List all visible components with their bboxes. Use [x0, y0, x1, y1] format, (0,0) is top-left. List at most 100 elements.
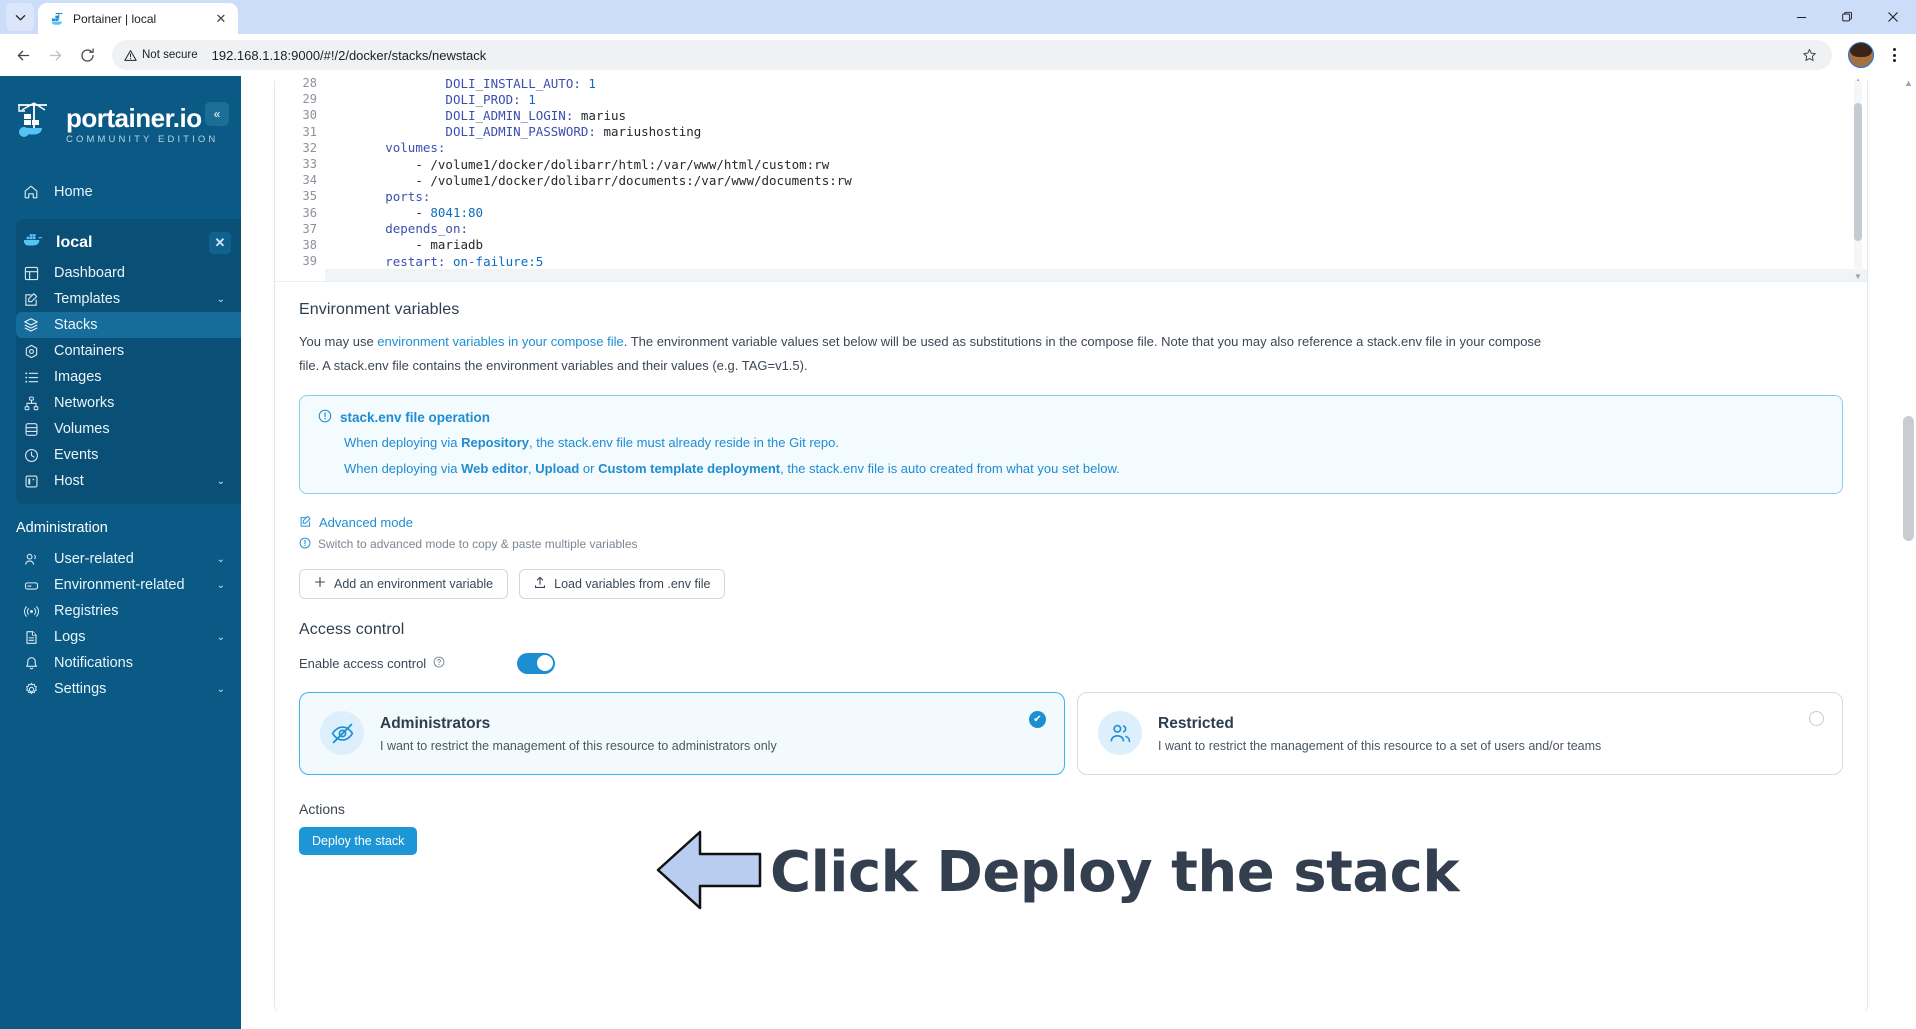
code-line[interactable]: 38 - mariadb: [285, 237, 1867, 253]
code-text: ports:: [385, 188, 431, 204]
advanced-mode-toggle[interactable]: Advanced mode: [299, 515, 1843, 531]
chevron-down-icon[interactable]: ⌄: [217, 632, 225, 643]
code-line[interactable]: 39 restart: on-failure:5: [285, 253, 1867, 269]
page-scrollbar[interactable]: ▲ ▼: [1901, 76, 1916, 1029]
stack-form-page: 28 DOLI_INSTALL_AUTO: 1 29 DOLI_PROD: 1 30…: [274, 76, 1916, 1029]
question-circle-icon[interactable]: [433, 656, 445, 671]
access-option-title: Administrators: [380, 714, 491, 732]
window-close-button[interactable]: [1870, 0, 1916, 34]
sidebar-item-templates[interactable]: Templates ⌄: [16, 286, 241, 312]
security-label: Not secure: [142, 49, 198, 61]
sidebar-item-label: Logs: [54, 629, 86, 645]
browser-tab[interactable]: Portainer | local ✕: [38, 3, 238, 34]
logs-document-icon: [22, 630, 40, 645]
address-bar[interactable]: Not secure 192.168.1.18:9000/#!/2/docker…: [112, 40, 1832, 70]
tab-search-button[interactable]: [6, 3, 34, 31]
code-line[interactable]: 28 DOLI_INSTALL_AUTO: 1: [285, 76, 1867, 91]
page-scrollbar-thumb[interactable]: [1903, 416, 1914, 541]
line-number: 33: [302, 157, 317, 172]
line-number: 38: [302, 237, 317, 252]
deploy-the-stack-button[interactable]: Deploy the stack: [299, 826, 418, 855]
maximize-button[interactable]: [1824, 0, 1870, 34]
line-number: 35: [302, 189, 317, 204]
avatar[interactable]: [1848, 42, 1874, 68]
unselected-radio-icon[interactable]: [1809, 710, 1824, 726]
sidebar-item-volumes[interactable]: Volumes: [16, 416, 241, 442]
load-variables-button[interactable]: Load variables from .env file: [519, 568, 726, 599]
code-line[interactable]: 37 depends_on:: [285, 221, 1867, 237]
warning-triangle-icon: [124, 49, 137, 61]
code-line[interactable]: 30 DOLI_ADMIN_LOGIN: marius: [285, 107, 1867, 123]
code-text: depends_on:: [385, 221, 469, 237]
code-text: DOLI_ADMIN_LOGIN: marius: [445, 107, 627, 123]
sidebar-item-logs[interactable]: Logs ⌄: [0, 624, 241, 650]
environment-header[interactable]: local ✕: [16, 225, 241, 260]
sidebar-item-user-related[interactable]: User-related ⌄: [0, 546, 241, 572]
eye-off-icon: [320, 711, 364, 756]
browser-menu-button[interactable]: [1880, 41, 1908, 69]
enable-access-control-toggle[interactable]: [517, 652, 555, 674]
forward-button[interactable]: [40, 40, 70, 70]
sidebar-item-containers[interactable]: Containers: [16, 338, 241, 364]
access-option-administrators[interactable]: Administrators I want to restrict the ma…: [299, 691, 1065, 775]
env-vars-doc-link[interactable]: environment variables in your compose fi…: [377, 334, 623, 349]
access-control-title: Access control: [299, 620, 405, 638]
sidebar-item-registries[interactable]: Registries: [0, 598, 241, 624]
sidebar-collapse-button[interactable]: «: [205, 102, 229, 126]
sidebar-item-settings[interactable]: Settings ⌄: [0, 676, 241, 702]
sidebar-item-dashboard[interactable]: Dashboard: [16, 260, 241, 286]
sidebar-item-images[interactable]: Images: [16, 364, 241, 390]
sidebar-item-label: Registries: [54, 603, 119, 619]
chevron-down-icon[interactable]: ⌄: [217, 554, 225, 565]
chevron-down-icon[interactable]: ⌄: [217, 580, 225, 591]
code-line[interactable]: 32 volumes:: [285, 140, 1867, 156]
minimize-button[interactable]: [1778, 0, 1824, 34]
code-line[interactable]: 29 DOLI_PROD: 1: [285, 91, 1867, 107]
sidebar-item-label: Containers: [54, 343, 125, 359]
back-button[interactable]: [8, 40, 38, 70]
main-content: 28 DOLI_INSTALL_AUTO: 1 29 DOLI_PROD: 1 30…: [241, 76, 1916, 1029]
chevron-down-icon[interactable]: ⌄: [217, 684, 225, 695]
add-env-var-label: Add an environment variable: [334, 576, 494, 591]
sidebar-item-networks[interactable]: Networks: [16, 390, 241, 416]
editor-scrollbar-thumb[interactable]: [1854, 103, 1862, 241]
code-line[interactable]: 34 - /volume1/docker/dolibarr/documents:…: [285, 172, 1867, 188]
sidebar-item-label: Notifications: [54, 655, 133, 671]
code-line[interactable]: 35 ports:: [285, 188, 1867, 204]
editor-scrollbar[interactable]: [1854, 81, 1862, 271]
dashboard-icon: [22, 266, 40, 281]
code-lines[interactable]: 28 DOLI_INSTALL_AUTO: 1 29 DOLI_PROD: 1 30…: [275, 76, 1867, 269]
editor-scroll-down-icon[interactable]: ▼: [1854, 273, 1862, 281]
sidebar-item-stacks[interactable]: Stacks: [16, 312, 241, 338]
security-indicator[interactable]: Not secure: [118, 46, 206, 65]
sidebar-item-notifications[interactable]: Notifications: [0, 650, 241, 676]
code-line[interactable]: 36 - 8041:80: [285, 205, 1867, 221]
sidebar-item-host[interactable]: Host ⌄: [16, 468, 241, 494]
compose-editor[interactable]: 28 DOLI_INSTALL_AUTO: 1 29 DOLI_PROD: 1 30…: [275, 76, 1867, 282]
sidebar-item-home[interactable]: Home: [0, 177, 241, 207]
sidebar-item-label: Networks: [54, 395, 115, 411]
code-text: restart: on-failure:5: [385, 253, 544, 269]
sidebar-item-label: Dashboard: [54, 265, 125, 281]
add-environment-variable-button[interactable]: Add an environment variable: [299, 568, 509, 599]
infobox-l2d: Upload: [535, 460, 580, 476]
reload-button[interactable]: [72, 40, 102, 70]
line-number: 28: [302, 76, 317, 91]
access-option-desc: I want to restrict the management of thi…: [1158, 738, 1602, 753]
access-option-desc: I want to restrict the management of thi…: [380, 738, 777, 753]
code-text: DOLI_PROD: 1: [445, 91, 536, 107]
chevron-down-icon[interactable]: ⌄: [217, 294, 225, 305]
sidebar-item-events[interactable]: Events: [16, 442, 241, 468]
infobox-title-text: stack.env file operation: [340, 410, 491, 426]
access-option-restricted[interactable]: Restricted I want to restrict the manage…: [1077, 691, 1843, 775]
scroll-up-icon[interactable]: ▲: [1903, 79, 1914, 88]
code-line[interactable]: 33 - /volume1/docker/dolibarr/html:/var/…: [285, 156, 1867, 172]
chevron-down-icon[interactable]: ⌄: [217, 476, 225, 487]
line-number: 30: [302, 108, 317, 123]
environment-close-icon[interactable]: ✕: [209, 231, 231, 254]
bookmark-star-icon[interactable]: [1796, 42, 1822, 68]
template-icon: [22, 292, 40, 307]
close-icon[interactable]: ✕: [212, 10, 230, 28]
code-line[interactable]: 31 DOLI_ADMIN_PASSWORD: mariushosting: [285, 124, 1867, 140]
sidebar-item-environment-related[interactable]: Environment-related ⌄: [0, 572, 241, 598]
